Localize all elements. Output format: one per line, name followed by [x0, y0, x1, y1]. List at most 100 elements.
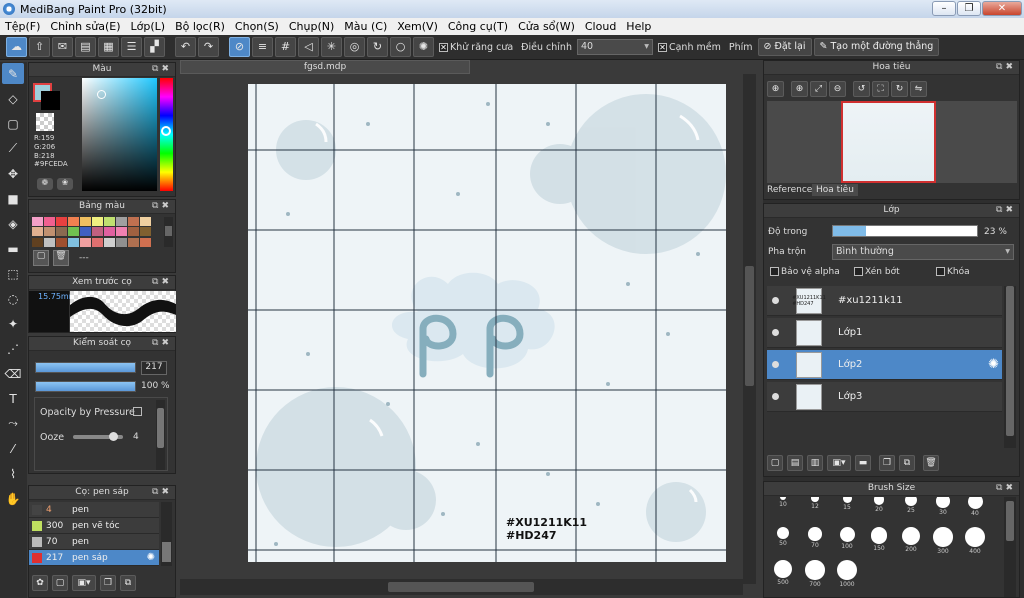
layer-row[interactable]: #XU1211K11 #HD247 #xu1211k11: [767, 286, 1002, 316]
fill-rect-tool-icon[interactable]: ■: [2, 188, 24, 209]
menu-edit[interactable]: Chỉnh sửa(E): [45, 20, 125, 33]
brush-size-option[interactable]: 12: [799, 497, 831, 510]
antialias-option[interactable]: ✕ Khử răng cưa: [436, 42, 516, 53]
layer-visibility-eye-icon[interactable]: [772, 329, 779, 336]
flip-icon[interactable]: ⇋: [910, 81, 927, 97]
palette-swatch[interactable]: [140, 237, 151, 247]
panel-controls-icon[interactable]: ⧉✖: [152, 486, 172, 499]
brush-copy-icon[interactable]: ⧉: [120, 575, 136, 591]
palette-swatch[interactable]: [128, 217, 139, 226]
folder-icon[interactable]: ▬: [855, 455, 871, 471]
bucket-tool-icon[interactable]: ◈: [2, 213, 24, 234]
brush-list-scrollbar[interactable]: [161, 502, 172, 566]
palette-swatch[interactable]: [68, 237, 79, 247]
palette-swatch[interactable]: [44, 217, 55, 226]
brush-size-option[interactable]: 500: [767, 560, 799, 586]
layer-row[interactable]: Lớp2 ✺: [767, 350, 1002, 380]
select-pen-tool-icon[interactable]: ⋰: [2, 338, 24, 359]
palette-swatch[interactable]: [80, 227, 91, 237]
grid-snap-icon[interactable]: #: [275, 37, 296, 57]
opacity-pressure-checkbox[interactable]: [133, 407, 142, 416]
picker-cursor[interactable]: [97, 90, 106, 99]
brush-size-option[interactable]: 20: [863, 497, 895, 513]
clipping-checkbox[interactable]: [854, 267, 863, 276]
delete-layer-icon[interactable]: 🗑: [923, 455, 939, 471]
protect-alpha-option[interactable]: Bảo vệ alpha: [770, 267, 840, 277]
palette-swatch[interactable]: [128, 227, 139, 237]
brush-list-item[interactable]: 70 pen: [29, 534, 159, 550]
palette-swatch[interactable]: [56, 217, 67, 226]
menu-select[interactable]: Chọn(S): [230, 20, 284, 33]
palette-swatch[interactable]: [116, 237, 127, 247]
palette-swatch[interactable]: [56, 237, 67, 247]
eraser-tool-icon[interactable]: ◇: [2, 88, 24, 109]
minimize-button[interactable]: –: [932, 1, 956, 16]
protect-alpha-checkbox[interactable]: [770, 267, 779, 276]
palette-delete-icon[interactable]: 🗑: [53, 250, 69, 266]
menu-layer[interactable]: Lớp(L): [126, 20, 171, 33]
panel-controls-icon[interactable]: ⧉✖: [152, 63, 172, 76]
layer-settings-gear-icon[interactable]: ✺: [988, 357, 999, 372]
palette-swatch[interactable]: [92, 237, 103, 247]
brush-size-option[interactable]: 70: [799, 527, 831, 549]
close-button[interactable]: ✕: [982, 1, 1022, 16]
snap-off-icon[interactable]: ⊘: [229, 37, 250, 57]
color-mode-icon[interactable]: ❁: [37, 178, 53, 190]
perspective-snap-icon[interactable]: ◁: [298, 37, 319, 57]
select-tool-icon[interactable]: ⬚: [2, 263, 24, 284]
palette-swatch[interactable]: [104, 217, 115, 226]
navigator-tab-reference[interactable]: Reference: [767, 185, 812, 195]
palette-swatch[interactable]: [32, 227, 43, 237]
panel-controls-icon[interactable]: ⧉✖: [996, 482, 1016, 495]
panel-controls-icon[interactable]: ⧉✖: [996, 61, 1016, 74]
new-layer-icon[interactable]: ▢: [767, 455, 783, 471]
blend-mode-select[interactable]: Bình thường: [832, 244, 1014, 260]
add-layer-menu-icon[interactable]: ▣▾: [827, 455, 851, 471]
curve-snap-icon[interactable]: ↻: [367, 37, 388, 57]
palette-swatch[interactable]: [92, 227, 103, 237]
text-tool-icon[interactable]: T: [2, 388, 24, 409]
brush-settings-gear-icon[interactable]: ✺: [147, 552, 155, 563]
menu-window[interactable]: Cửa sổ(W): [513, 20, 580, 33]
move-tool-icon[interactable]: ✥: [2, 163, 24, 184]
canvas-horizontal-scrollbar[interactable]: [180, 579, 743, 595]
palette-swatch[interactable]: [140, 217, 151, 226]
menu-help[interactable]: Help: [621, 20, 656, 33]
palette-swatch[interactable]: [56, 227, 67, 237]
soft-edge-checkbox[interactable]: ✕: [657, 42, 667, 52]
palette-swatch[interactable]: [32, 237, 43, 247]
lock-option[interactable]: Khóa: [936, 267, 970, 277]
brush-size-option[interactable]: 50: [767, 527, 799, 547]
layer-opacity-slider[interactable]: [832, 225, 978, 237]
brush-size-option[interactable]: 400: [959, 527, 991, 555]
saturation-value-picker[interactable]: [82, 78, 157, 191]
brush-size-option[interactable]: 1000: [831, 560, 863, 588]
rotate-left-icon[interactable]: ↺: [853, 81, 870, 97]
palette-swatch[interactable]: [140, 227, 151, 237]
menu-view[interactable]: Xem(V): [392, 20, 443, 33]
brush-size-option[interactable]: 30: [927, 497, 959, 516]
upload-icon[interactable]: ⇧: [29, 37, 50, 57]
rotate-right-icon[interactable]: ↻: [891, 81, 908, 97]
ellipse-snap-icon[interactable]: ○: [390, 37, 411, 57]
palette-swatch[interactable]: [116, 217, 127, 226]
lock-checkbox[interactable]: [936, 267, 945, 276]
document-tab[interactable]: fgsd.mdp: [180, 60, 470, 74]
circle-snap-icon[interactable]: ◎: [344, 37, 365, 57]
hue-slider[interactable]: [160, 78, 173, 191]
menu-file[interactable]: Tệp(F): [0, 20, 45, 33]
fullscreen-icon[interactable]: ⛶: [872, 81, 889, 97]
brush-add-icon[interactable]: ✿: [32, 575, 48, 591]
brush-new-icon[interactable]: ▢: [52, 575, 68, 591]
menu-filter[interactable]: Bộ lọc(R): [170, 20, 230, 33]
palette-swatch[interactable]: [92, 217, 103, 226]
palette-swatch[interactable]: [32, 217, 43, 226]
menu-tools[interactable]: Công cụ(T): [443, 20, 513, 33]
zoom-out-icon[interactable]: ⊖: [829, 81, 846, 97]
gradient-tool-icon[interactable]: ▬: [2, 238, 24, 259]
menu-color[interactable]: Màu (C): [339, 20, 392, 33]
brush-size-option[interactable]: 150: [863, 527, 895, 552]
list-icon[interactable]: ☰: [121, 37, 142, 57]
palette-swatch[interactable]: [68, 227, 79, 237]
brush-opacity-slider[interactable]: [35, 381, 136, 392]
